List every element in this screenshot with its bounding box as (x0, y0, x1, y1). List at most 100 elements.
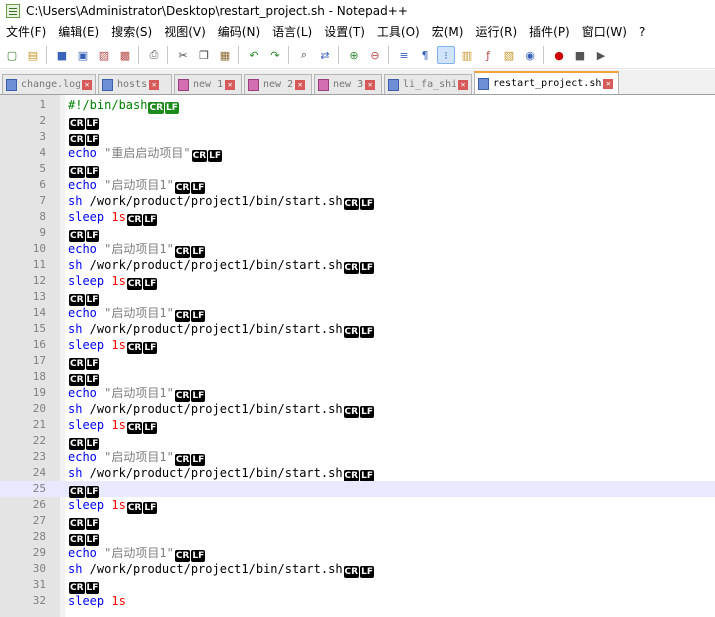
stop-macro-icon[interactable]: ■ (571, 46, 589, 64)
zoom-out-icon[interactable]: ⊖ (366, 46, 384, 64)
code-line[interactable]: 20 sh /work/product/project1/bin/start.sh… (0, 401, 715, 418)
code-line[interactable]: 5 CR LF (0, 161, 715, 178)
close-tab-icon[interactable]: ✕ (295, 79, 306, 90)
close-tab-icon[interactable]: ✕ (603, 78, 614, 89)
code-line[interactable]: 19 echo "启动项目1" CR LF (0, 385, 715, 402)
code-line[interactable]: 1 #!/bin/bash CR LF (0, 97, 715, 114)
code-line[interactable]: 29 echo "启动项目1" CR LF (0, 545, 715, 562)
code-text: CR LF (68, 353, 100, 370)
tab-li-fa-shi-sh[interactable]: li_fa_shi.sh✕ (384, 74, 472, 94)
code-text: sleep 1s (68, 593, 126, 609)
show-all-chars-icon[interactable]: ¶ (416, 46, 434, 64)
code-line[interactable]: 30 sh /work/product/project1/bin/start.sh… (0, 561, 715, 578)
code-token: "启动项目1" (104, 546, 174, 560)
close-all-icon[interactable]: ▩ (116, 46, 134, 64)
code-line[interactable]: 23 echo "启动项目1" CR LF (0, 449, 715, 466)
code-line[interactable]: 17 CR LF (0, 353, 715, 370)
line-number: 29 (32, 546, 46, 559)
find-icon[interactable]: ⌕ (295, 46, 313, 64)
code-line[interactable]: 9 CR LF (0, 225, 715, 242)
code-line[interactable]: 26 sleep 1s CR LF (0, 497, 715, 514)
code-line[interactable]: 2 CR LF (0, 113, 715, 130)
close-tab-icon[interactable]: ✕ (365, 79, 376, 90)
menu-item-12[interactable]: ? (633, 22, 651, 42)
menu-item-9[interactable]: 运行(R) (469, 22, 523, 42)
code-line[interactable]: 11 sh /work/product/project1/bin/start.sh… (0, 257, 715, 274)
code-line[interactable]: 21 sleep 1s CR LF (0, 417, 715, 434)
redo-icon[interactable]: ↷ (266, 46, 284, 64)
paste-icon[interactable]: ▦ (216, 46, 234, 64)
undo-icon[interactable]: ↶ (245, 46, 263, 64)
code-token: echo (68, 242, 97, 256)
menu-item-11[interactable]: 窗口(W) (576, 22, 633, 42)
new-file-icon[interactable]: ▢ (3, 46, 21, 64)
code-line[interactable]: 27 CR LF (0, 513, 715, 530)
menu-item-6[interactable]: 设置(T) (318, 22, 371, 42)
code-line[interactable]: 10 echo "启动项目1" CR LF (0, 241, 715, 258)
close-tab-icon[interactable]: ✕ (225, 79, 236, 90)
tab-restart-project-sh[interactable]: restart_project.sh ✕ (474, 71, 619, 94)
replace-icon[interactable]: ⇄ (316, 46, 334, 64)
code-line[interactable]: 22 CR LF (0, 433, 715, 450)
tab-label: change.log (21, 79, 80, 90)
indent-guide-icon[interactable]: ⁝ (437, 46, 455, 64)
code-token: /work/product/project1/bin/start.sh (82, 402, 343, 416)
code-line[interactable]: 6 echo "启动项目1" CR LF (0, 177, 715, 194)
code-line[interactable]: 18 CR LF (0, 369, 715, 386)
code-line[interactable]: 13 CR LF (0, 289, 715, 306)
code-line[interactable]: 3 CR LF (0, 129, 715, 146)
save-all-icon[interactable]: ▣ (74, 46, 92, 64)
line-number: 7 (39, 194, 46, 207)
code-line[interactable]: 24 sh /work/product/project1/bin/start.sh… (0, 465, 715, 482)
save-icon[interactable]: ■ (53, 46, 71, 64)
close-file-icon[interactable]: ▨ (95, 46, 113, 64)
close-tab-icon[interactable]: ✕ (458, 79, 468, 90)
code-text: sleep 1s CR LF (68, 273, 158, 290)
open-file-icon[interactable]: ▤ (24, 46, 42, 64)
folder-workspace-icon[interactable]: ▧ (500, 46, 518, 64)
code-line[interactable]: 15 sh /work/product/project1/bin/start.sh… (0, 321, 715, 338)
tab-new-2[interactable]: new 2 ✕ (244, 74, 312, 94)
zoom-in-icon[interactable]: ⊕ (345, 46, 363, 64)
menu-item-10[interactable]: 插件(P) (523, 22, 576, 42)
tab-change-log[interactable]: change.log ✕ (2, 74, 96, 94)
record-macro-icon[interactable]: ● (550, 46, 568, 64)
tab-new-3[interactable]: new 3 ✕ (314, 74, 382, 94)
editor-area[interactable]: 1 #!/bin/bash CR LF 2 CR LF 3 CR LF 4 echo "重启启动项目"… (0, 95, 715, 617)
code-line[interactable]: 4 echo "重启启动项目" CR LF (0, 145, 715, 162)
code-line[interactable]: 7 sh /work/product/project1/bin/start.sh C… (0, 193, 715, 210)
code-text: sleep 1s CR LF (68, 337, 158, 354)
function-list-icon[interactable]: ƒ (479, 46, 497, 64)
toolbar-separator (338, 46, 339, 64)
code-line[interactable]: 32 sleep 1s (0, 593, 715, 609)
copy-icon[interactable]: ❐ (195, 46, 213, 64)
menu-item-1[interactable]: 编辑(E) (52, 22, 105, 42)
eol-marker: CR LF (126, 500, 158, 514)
code-line[interactable]: 14 echo "启动项目1" CR LF (0, 305, 715, 322)
doc-map-icon[interactable]: ▥ (458, 46, 476, 64)
menu-item-5[interactable]: 语言(L) (266, 22, 318, 42)
menu-item-0[interactable]: 文件(F) (0, 22, 52, 42)
code-line[interactable]: 16 sleep 1s CR LF (0, 337, 715, 354)
code-line[interactable]: 8 sleep 1s CR LF (0, 209, 715, 226)
close-tab-icon[interactable]: ✕ (149, 79, 160, 90)
line-number: 20 (32, 402, 46, 415)
cut-icon[interactable]: ✂ (174, 46, 192, 64)
play-macro-icon[interactable]: ▶ (592, 46, 610, 64)
close-tab-icon[interactable]: ✕ (82, 79, 92, 90)
code-line[interactable]: 25 CR LF (0, 481, 715, 498)
menu-item-8[interactable]: 宏(M) (426, 22, 470, 42)
menu-item-4[interactable]: 编码(N) (212, 22, 266, 42)
code-text: sleep 1s CR LF (68, 417, 158, 434)
menu-item-3[interactable]: 视图(V) (158, 22, 212, 42)
monitor-icon[interactable]: ◉ (521, 46, 539, 64)
menu-item-7[interactable]: 工具(O) (371, 22, 426, 42)
code-line[interactable]: 28 CR LF (0, 529, 715, 546)
tab-new-1[interactable]: new 1 ✕ (174, 74, 242, 94)
tab-hosts[interactable]: hosts ✕ (98, 74, 172, 94)
code-line[interactable]: 31 CR LF (0, 577, 715, 594)
print-icon[interactable]: ⎙ (145, 46, 163, 64)
word-wrap-icon[interactable]: ≡ (395, 46, 413, 64)
code-line[interactable]: 12 sleep 1s CR LF (0, 273, 715, 290)
menu-item-2[interactable]: 搜索(S) (105, 22, 158, 42)
